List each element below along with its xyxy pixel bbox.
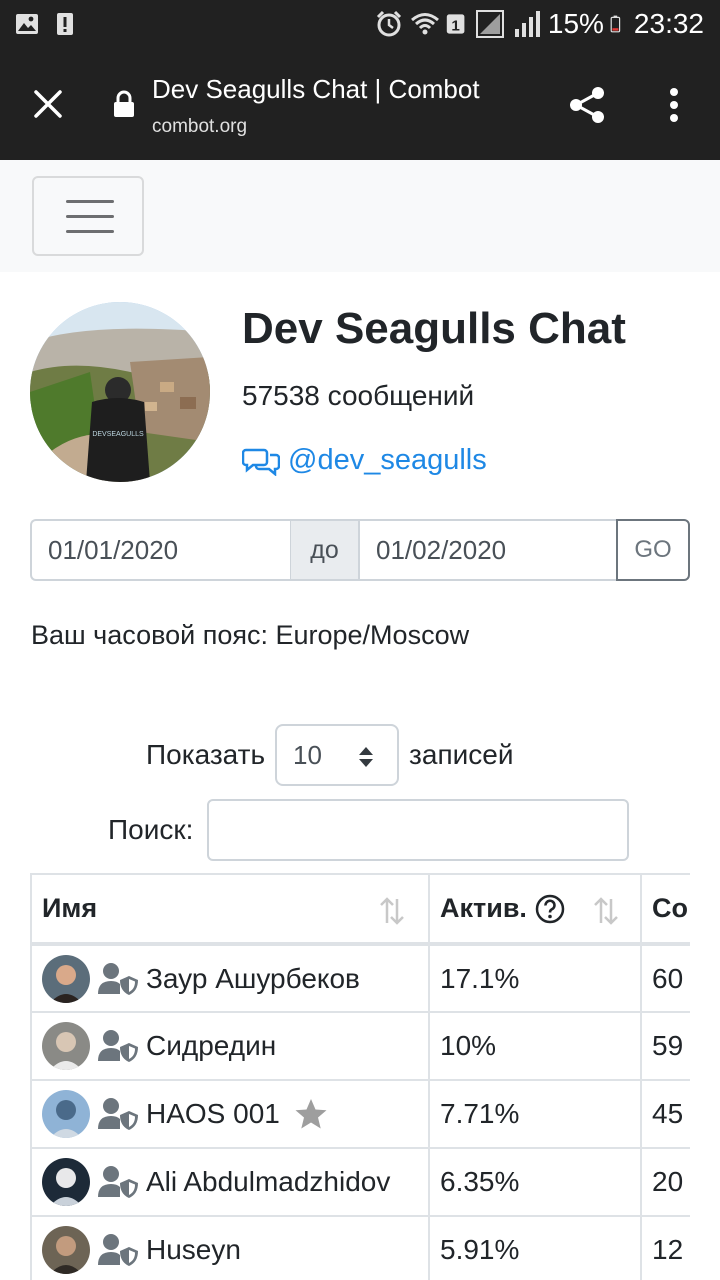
user-name[interactable]: HAOS 001 — [146, 1098, 280, 1130]
user-name[interactable]: Сидредин — [146, 1030, 276, 1062]
table-row[interactable]: Ali Abdulmadzhidov 6.35% 20 — [30, 1147, 690, 1217]
menu-toggle-button[interactable] — [32, 176, 144, 256]
header-activity[interactable]: Актив. — [428, 873, 642, 946]
header-activity-label: Актив. — [440, 893, 527, 923]
chat-title: Dev Seagulls Chat — [242, 304, 626, 353]
user-name[interactable]: Заур Ашурбеков — [146, 963, 360, 995]
chat-handle[interactable]: @dev_seagulls — [288, 444, 487, 477]
wifi-icon — [410, 13, 439, 35]
sort-icon[interactable] — [592, 895, 620, 927]
star-icon — [295, 1099, 327, 1129]
cell-activity: 6.35% — [428, 1147, 642, 1217]
clock: 23:32 — [633, 8, 704, 39]
header-name-label: Имя — [42, 893, 98, 923]
go-button[interactable]: GO — [616, 519, 690, 581]
lock-icon — [114, 90, 134, 117]
show-label: Показать — [146, 739, 266, 770]
users-table-wrapper[interactable]: Имя Актив. Со Заур Ашурбеков 17.1% 60 Си… — [30, 873, 690, 1280]
user-avatar[interactable] — [42, 1022, 90, 1070]
sim-1-icon: 1 — [446, 14, 465, 34]
user-avatar[interactable] — [42, 1226, 90, 1274]
chat-handle-link[interactable]: @dev_seagulls — [242, 444, 487, 477]
user-shield-icon — [98, 1234, 138, 1266]
svg-text:DEVSEAGULLS: DEVSEAGULLS — [92, 431, 144, 438]
user-avatar[interactable] — [42, 1158, 90, 1206]
cell-count: 12 — [640, 1215, 690, 1280]
chat-avatar: DEVSEAGULLS — [30, 302, 210, 482]
header-count[interactable]: Со — [640, 873, 690, 946]
user-name[interactable]: Huseyn — [146, 1234, 241, 1266]
cell-name: Ali Abdulmadzhidov — [30, 1147, 430, 1217]
search-label: Поиск: — [108, 814, 194, 845]
date-to-input[interactable]: 01/02/2020 — [358, 519, 616, 581]
alarm-icon — [376, 10, 401, 37]
signal-icon — [475, 10, 504, 38]
user-shield-icon — [98, 962, 138, 995]
comments-icon — [242, 448, 280, 476]
records-label: записей — [409, 739, 514, 770]
select-arrows-icon — [359, 747, 374, 767]
cell-name: Сидредин — [30, 1011, 430, 1081]
table-row[interactable]: HAOS 001 7.71% 45 — [30, 1079, 690, 1149]
battery-percent: 15% — [547, 8, 604, 39]
alert-notification-icon — [57, 13, 73, 35]
header-name[interactable]: Имя — [30, 873, 430, 946]
sort-icon[interactable] — [378, 895, 406, 927]
users-table: Имя Актив. Со Заур Ашурбеков 17.1% 60 Си… — [30, 873, 690, 1280]
cell-name: Заур Ашурбеков — [30, 943, 430, 1013]
cell-name: Huseyn — [30, 1215, 430, 1280]
cell-name: HAOS 001 — [30, 1079, 430, 1149]
page-title[interactable]: Dev Seagulls Chat | Combot — [152, 74, 480, 105]
table-search: Поиск: — [108, 798, 630, 862]
cell-activity: 10% — [428, 1011, 642, 1081]
cell-count: 45 — [640, 1079, 690, 1149]
table-header-row: Имя Актив. Со — [30, 873, 690, 946]
user-shield-icon — [98, 1166, 138, 1198]
cell-activity: 17.1% — [428, 943, 642, 1013]
search-input[interactable] — [207, 799, 630, 861]
user-shield-icon — [98, 1098, 138, 1130]
cell-activity: 7.71% — [428, 1079, 642, 1149]
share-icon[interactable] — [566, 84, 608, 126]
date-range-filter: 01/01/2020 до 01/02/2020 GO — [30, 519, 690, 581]
table-row[interactable]: Huseyn 5.91% 12 — [30, 1215, 690, 1280]
page-size-value: 10 — [293, 739, 322, 770]
table-row[interactable]: Сидредин 10% 59 — [30, 1011, 690, 1081]
page-size-select[interactable]: 10 — [275, 724, 400, 786]
gallery-notification-icon — [16, 14, 38, 34]
site-navbar — [0, 160, 720, 272]
date-separator: до — [290, 519, 358, 581]
timezone-text: Ваш часовой пояс: Europe/Moscow — [31, 620, 470, 650]
table-body: Заур Ашурбеков 17.1% 60 Сидредин 10% 59 HAOS 0… — [30, 943, 690, 1280]
status-bar: 1 15% 23:32 — [0, 0, 720, 50]
cell-count: 60 — [640, 943, 690, 1013]
cell-count: 59 — [640, 1011, 690, 1081]
cell-count: 20 — [640, 1147, 690, 1217]
svg-text:1: 1 — [451, 17, 460, 34]
help-icon[interactable] — [535, 894, 565, 924]
date-from-input[interactable]: 01/01/2020 — [30, 519, 290, 581]
close-icon[interactable] — [30, 86, 66, 122]
signal-2-icon — [514, 11, 540, 37]
more-options-icon[interactable] — [660, 84, 688, 126]
page-url[interactable]: combot.org — [152, 116, 247, 138]
page-size-control: Показать 10 записей — [146, 724, 513, 786]
message-count: 57538 сообщений — [242, 380, 475, 411]
cell-activity: 5.91% — [428, 1215, 642, 1280]
table-row[interactable]: Заур Ашурбеков 17.1% 60 — [30, 943, 690, 1013]
header-count-label: Со — [652, 893, 688, 923]
user-avatar[interactable] — [42, 1090, 90, 1138]
user-shield-icon — [98, 1030, 138, 1062]
browser-toolbar: Dev Seagulls Chat | Combot combot.org — [0, 50, 720, 160]
battery-icon — [610, 15, 621, 33]
user-name[interactable]: Ali Abdulmadzhidov — [146, 1166, 390, 1198]
user-avatar[interactable] — [42, 954, 90, 1003]
